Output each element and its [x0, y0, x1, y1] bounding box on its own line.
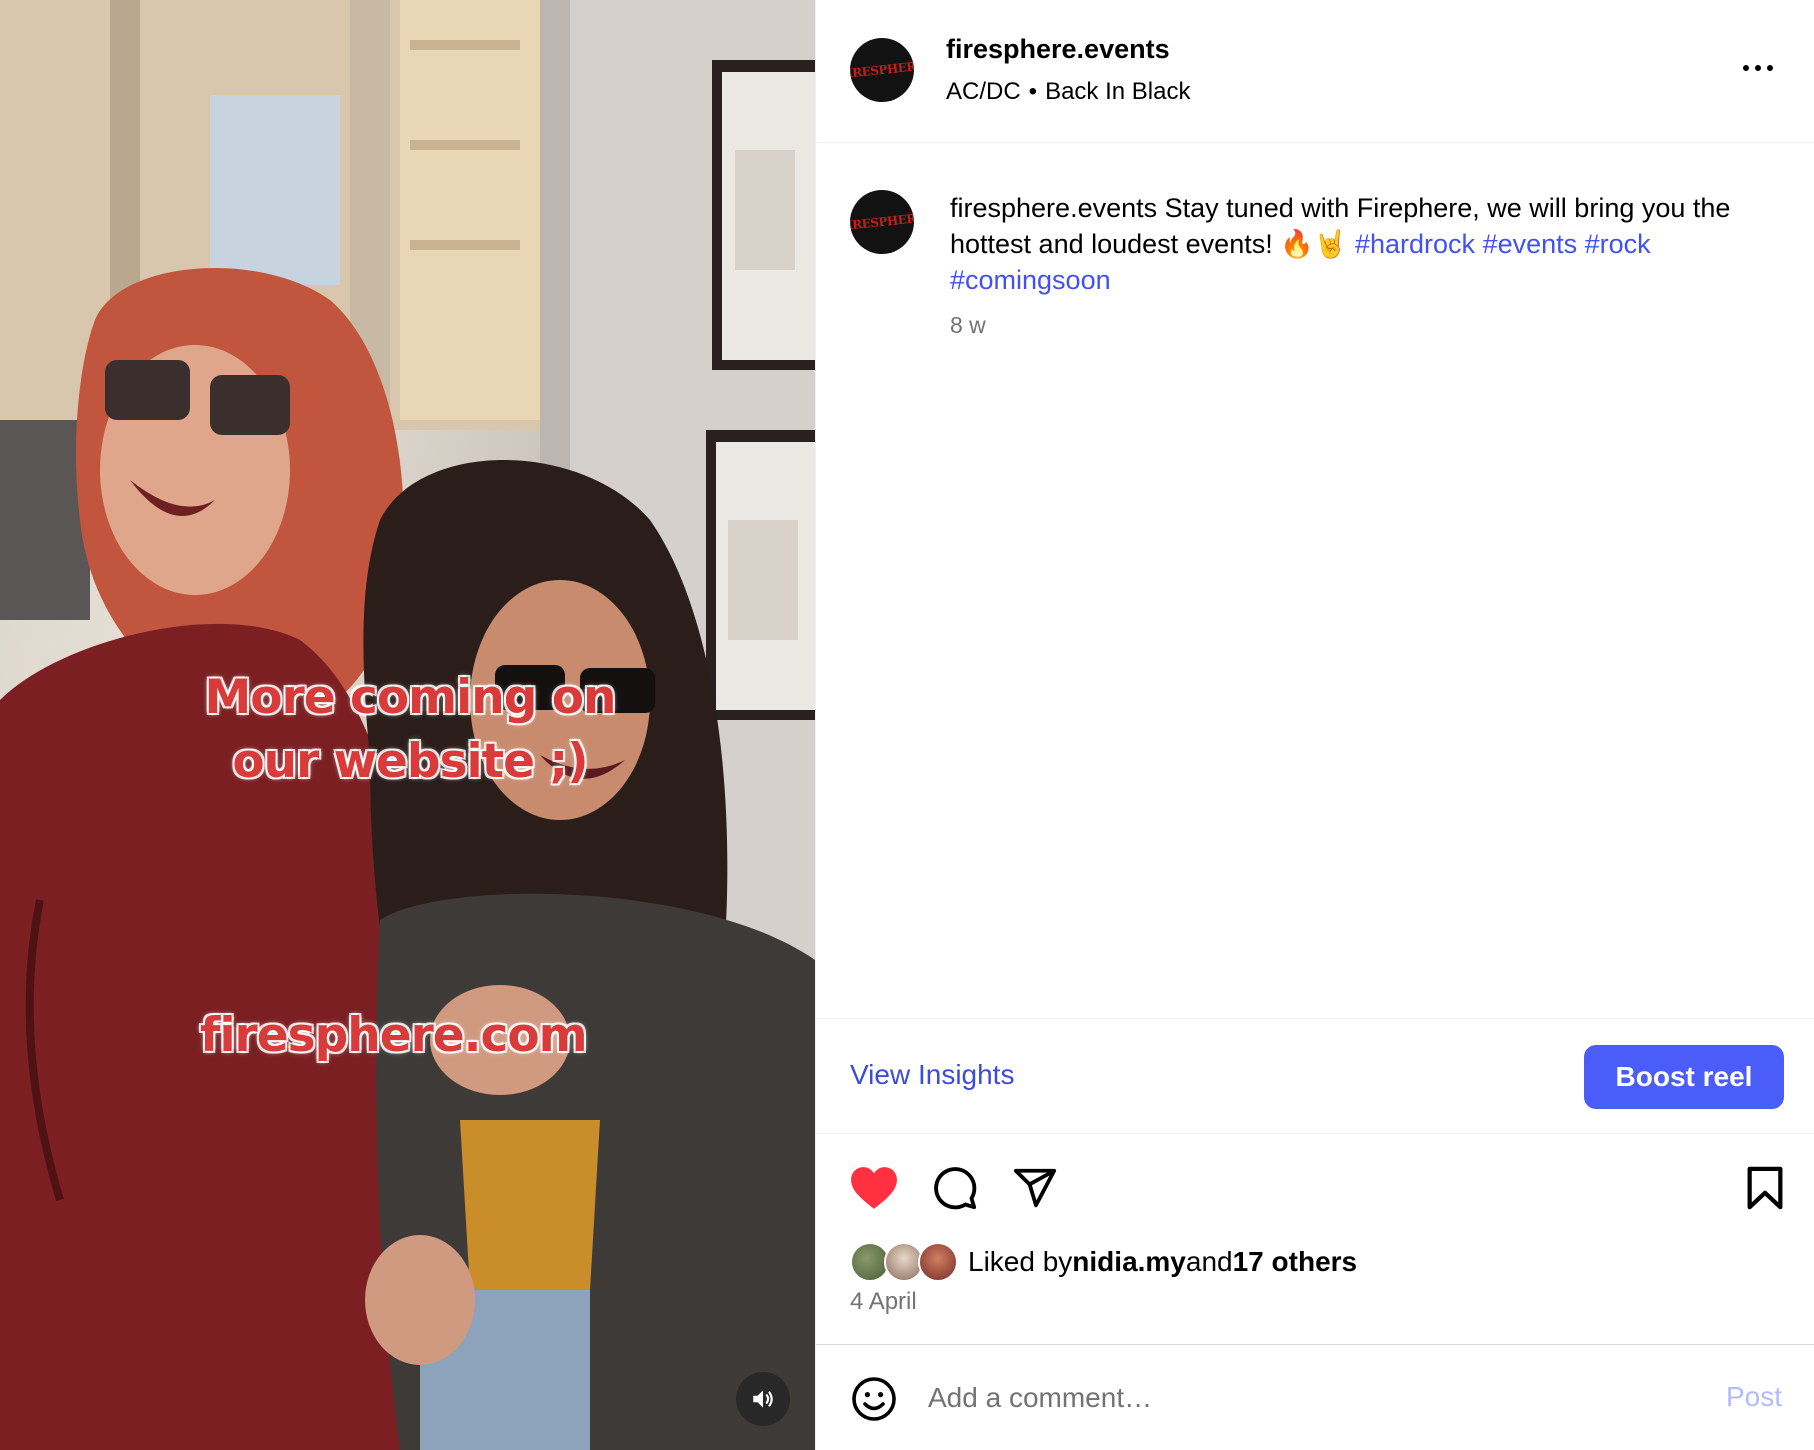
view-insights-link[interactable]: View Insights [850, 1059, 1014, 1091]
hashtag-link[interactable]: #rock [1585, 229, 1651, 259]
comment-bar: Post [816, 1344, 1814, 1450]
emoji-icon [852, 1377, 896, 1421]
liker-avatars [850, 1242, 960, 1282]
audio-track[interactable]: AC/DC • Back In Black [946, 78, 1190, 106]
more-options-button[interactable] [1736, 56, 1780, 80]
comment-button[interactable] [927, 1160, 983, 1216]
post-header: FIRESPHERE firesphere.events AC/DC • Back … [816, 0, 1814, 143]
insights-bar: View Insights Boost reel [816, 1018, 1814, 1134]
caption-avatar[interactable]: FIRESPHERE [850, 190, 914, 254]
hashtag-link[interactable]: #events [1483, 229, 1578, 259]
emoji-button[interactable] [850, 1375, 898, 1423]
post-details-panel: FIRESPHERE firesphere.events AC/DC • Back … [815, 0, 1814, 1450]
caption-time-ago: 8 w [950, 312, 986, 338]
overlay-line-2: our website ;) [232, 734, 588, 789]
mute-button[interactable] [736, 1372, 790, 1426]
likes-prefix: Liked by [968, 1246, 1073, 1277]
avatar-logo: FIRESPHERE [850, 58, 914, 82]
video-overlay-website: firesphere.com [200, 1008, 588, 1063]
hashtag-link[interactable]: #comingsoon [950, 265, 1111, 295]
post-caption: firesphere.events Stay tuned with Fireph… [950, 190, 1790, 298]
liker-username[interactable]: nidia.my [1072, 1246, 1186, 1278]
likes-summary[interactable]: Liked by nidia.my and 17 others [850, 1240, 1357, 1284]
song-artist: AC/DC [946, 78, 1021, 105]
caption-username[interactable]: firesphere.events [950, 193, 1157, 223]
bookmark-icon [1747, 1166, 1783, 1210]
share-icon [1013, 1168, 1057, 1208]
post-username[interactable]: firesphere.events [946, 34, 1170, 65]
more-horizontal-icon [1743, 65, 1749, 71]
post-actions [816, 1160, 1814, 1220]
save-button[interactable] [1737, 1160, 1793, 1216]
share-button[interactable] [1007, 1160, 1063, 1216]
song-separator: • [1028, 78, 1038, 105]
likes-middle: and [1185, 1246, 1233, 1277]
post-comment-button[interactable]: Post [1726, 1381, 1782, 1413]
like-button[interactable] [846, 1160, 902, 1216]
video-overlay-caption: More coming on our website ;) [170, 666, 650, 794]
more-dot [1755, 65, 1761, 71]
heart-filled-icon [851, 1167, 897, 1209]
post-date: 4 April [850, 1288, 917, 1315]
song-title: Back In Black [1045, 78, 1191, 105]
overlay-line-1: More coming on [204, 670, 617, 725]
hashtag-link[interactable]: #hardrock [1355, 229, 1475, 259]
comment-input[interactable] [928, 1373, 1608, 1423]
speaker-on-icon [753, 1390, 773, 1408]
more-dot [1767, 65, 1773, 71]
likes-others-count[interactable]: 17 others [1233, 1246, 1358, 1278]
reel-video[interactable]: More coming on our website ;) firesphere… [0, 0, 815, 1450]
comment-icon [934, 1167, 977, 1210]
avatar [918, 1242, 958, 1282]
boost-reel-button[interactable]: Boost reel [1584, 1045, 1784, 1109]
profile-avatar[interactable]: FIRESPHERE [850, 38, 914, 102]
avatar-logo: FIRESPHERE [850, 210, 914, 234]
